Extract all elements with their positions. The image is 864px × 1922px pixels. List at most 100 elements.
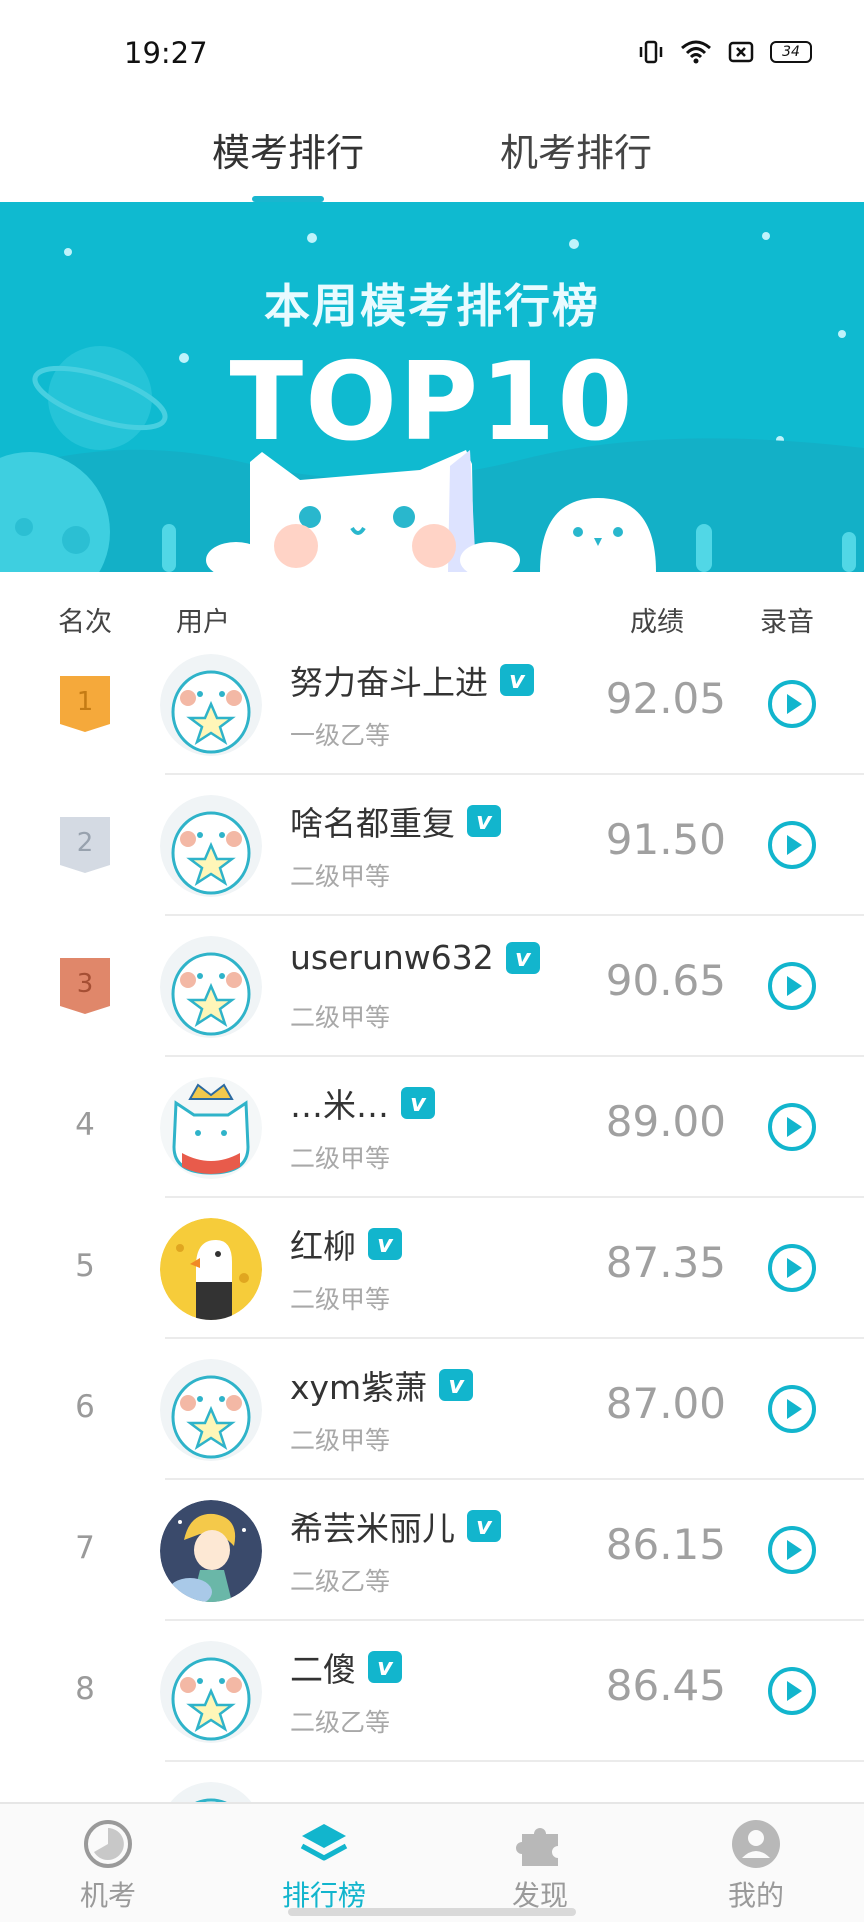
user-name-text: 红柳 <box>290 1227 356 1266</box>
vip-badge-icon: v <box>401 1087 435 1119</box>
nav-discover[interactable]: 发现 <box>432 1804 648 1922</box>
rank-number: 5 <box>75 1248 95 1284</box>
table-row[interactable]: 8 二傻 v 二级乙等 86.45 <box>0 1621 864 1762</box>
rank-tabs: 模考排行 机考排行 <box>0 100 864 202</box>
nav-label: 机考 <box>79 1879 136 1912</box>
user-name-text: 啥名都重复 <box>290 804 455 843</box>
table-row[interactable]: 1 努力奋斗上进 v 一级乙等 92.05 <box>0 634 864 775</box>
user-level: 二级乙等 <box>290 1567 391 1596</box>
sim-icon <box>728 41 754 63</box>
bronze-medal-icon: 3 <box>60 958 110 1014</box>
status-time: 19:27 <box>124 36 208 70</box>
default-avatar-icon <box>160 936 262 1038</box>
score-value: 89.00 <box>605 1097 726 1146</box>
rank-number: 8 <box>75 1671 95 1707</box>
medal-number: 1 <box>77 687 94 717</box>
user-name[interactable]: 希芸米丽儿 v <box>290 1502 501 1550</box>
nav-profile[interactable]: 我的 <box>648 1804 864 1922</box>
rank-number: 4 <box>75 1107 95 1143</box>
user-name-text: 希芸米丽儿 <box>290 1509 455 1548</box>
score-value: 87.00 <box>605 1379 726 1428</box>
user-level: 一级乙等 <box>290 721 391 750</box>
user-icon <box>732 1820 780 1868</box>
layers-icon <box>300 1824 348 1861</box>
avatar[interactable] <box>160 1359 262 1461</box>
avatar[interactable] <box>160 654 262 756</box>
nav-label: 我的 <box>727 1879 784 1912</box>
score-value: 86.45 <box>605 1661 726 1710</box>
play-audio-icon[interactable] <box>766 678 818 730</box>
user-level: 二级甲等 <box>290 1144 391 1173</box>
table-row[interactable]: 2 啥名都重复 v 二级甲等 91.50 <box>0 775 864 916</box>
play-audio-icon[interactable] <box>766 1524 818 1576</box>
status-icons: 34 <box>638 40 812 64</box>
play-audio-icon[interactable] <box>766 1242 818 1294</box>
cat-avatar-icon <box>160 1077 262 1179</box>
user-name[interactable]: userunw632 v <box>290 938 540 977</box>
user-name[interactable]: …米… v <box>290 1079 435 1127</box>
default-avatar-icon <box>160 795 262 897</box>
avatar[interactable] <box>160 1077 262 1179</box>
vip-badge-icon: v <box>439 1369 474 1401</box>
silver-medal-icon: 2 <box>60 817 110 873</box>
table-row[interactable]: 6 xym紫萧 v 二级甲等 87.00 <box>0 1339 864 1480</box>
home-indicator <box>288 1908 576 1916</box>
default-avatar-icon <box>160 1359 262 1461</box>
user-level: 二级甲等 <box>290 1003 391 1032</box>
user-level: 二级甲等 <box>290 1285 391 1314</box>
vip-badge-icon: v <box>467 805 501 837</box>
vibrate-icon <box>639 40 663 64</box>
table-row[interactable]: 5 红柳 v 二级甲等 87.35 <box>0 1198 864 1339</box>
user-name[interactable]: 二傻 v <box>290 1643 402 1691</box>
vip-badge-icon: v <box>505 941 540 974</box>
battery-icon: 34 <box>770 41 812 63</box>
play-audio-icon[interactable] <box>766 1101 818 1153</box>
nav-ranking[interactable]: 排行榜 <box>216 1804 432 1922</box>
status-bar: 19:27 34 <box>0 0 864 100</box>
nav-machine-exam[interactable]: 机考 <box>0 1804 216 1922</box>
play-audio-icon[interactable] <box>766 1665 818 1717</box>
medal-number: 3 <box>77 969 94 999</box>
score-value: 87.35 <box>605 1238 726 1287</box>
vip-badge-icon: v <box>368 1651 402 1683</box>
top10-banner: 本周模考排行榜 TOP10 <box>0 202 864 572</box>
avatar[interactable] <box>160 936 262 1038</box>
user-level: 二级甲等 <box>290 862 391 891</box>
wifi-icon <box>681 40 711 64</box>
bottom-nav: 机考 排行榜 发现 我的 <box>0 1802 864 1922</box>
vip-badge-icon: v <box>467 1510 501 1542</box>
puzzle-icon <box>516 1828 558 1866</box>
score-value: 92.05 <box>605 674 726 723</box>
user-name-text: userunw632 <box>290 938 494 977</box>
banner-title: TOP10 <box>229 340 635 465</box>
user-name[interactable]: xym紫萧 v <box>290 1361 474 1409</box>
clock-icon <box>84 1820 132 1868</box>
rank-number: 7 <box>75 1530 95 1566</box>
avatar[interactable] <box>160 1641 262 1743</box>
default-avatar-icon <box>160 1641 262 1743</box>
user-name[interactable]: 红柳 v <box>290 1220 402 1268</box>
vip-badge-icon: v <box>368 1228 402 1260</box>
user-name[interactable]: 努力奋斗上进 v <box>290 656 534 704</box>
avatar[interactable] <box>160 795 262 897</box>
score-value: 86.15 <box>605 1520 726 1569</box>
table-row[interactable]: 7 希芸米丽儿 v 二级乙等 86.15 <box>0 1480 864 1621</box>
table-row[interactable]: 3 userunw632 v 二级甲等 90.65 <box>0 916 864 1057</box>
table-row[interactable]: 4 …米… v 二级甲等 89.00 <box>0 1057 864 1198</box>
play-audio-icon[interactable] <box>766 960 818 1012</box>
avatar[interactable] <box>160 1500 262 1602</box>
play-audio-icon[interactable] <box>766 819 818 871</box>
tab-machine-ranking[interactable]: 机考排行 <box>500 122 652 177</box>
medal-number: 2 <box>77 828 94 858</box>
prince-avatar-icon <box>160 1500 262 1602</box>
user-name-text: 努力奋斗上进 <box>290 663 488 702</box>
gold-medal-icon: 1 <box>60 676 110 732</box>
play-audio-icon[interactable] <box>766 1383 818 1435</box>
avatar[interactable] <box>160 1218 262 1320</box>
default-avatar-icon <box>160 654 262 756</box>
tab-mock-ranking[interactable]: 模考排行 <box>212 122 364 177</box>
user-level: 二级乙等 <box>290 1708 391 1737</box>
rank-number: 6 <box>75 1389 95 1425</box>
score-value: 91.50 <box>605 815 726 864</box>
user-name[interactable]: 啥名都重复 v <box>290 797 501 845</box>
